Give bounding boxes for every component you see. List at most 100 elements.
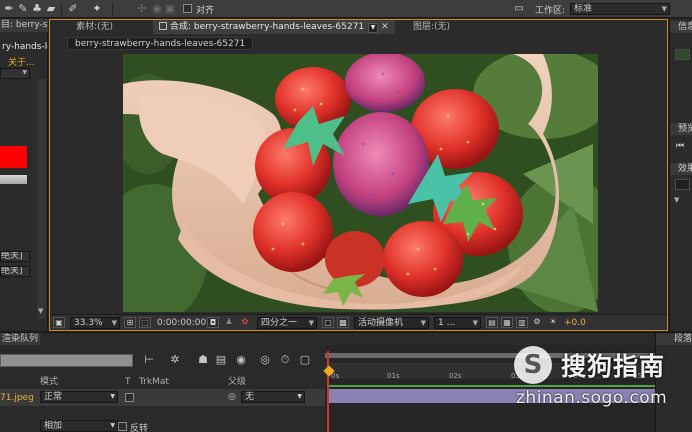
switch-dropdown-b[interactable]: 绝关] (0, 266, 30, 277)
toggle-pixel-aspect-icon[interactable]: ▤ (486, 317, 498, 328)
layer-name[interactable]: 71.jpeg (0, 393, 34, 403)
layer-row[interactable]: 71.jpeg 正常 ▼ ◎ 无 ▼ (0, 389, 325, 406)
info-swatch (675, 49, 690, 60)
tab-composition[interactable]: 合成: berry-strawberry-hands-leaves-65271 ▼… (153, 20, 395, 34)
show-snapshot-icon[interactable]: ♟ (223, 317, 235, 328)
views-value: 1 ... (438, 318, 456, 328)
top-toolbar: ✒ ✎ ♣ ▰ ✐ ✦ ✢ ◉ ▣ 对齐 ▭ 工作区: 标准 ▼ (0, 0, 692, 18)
layer-mode-select[interactable]: 正常 ▼ (40, 391, 118, 403)
about-link[interactable]: 关于... (8, 55, 35, 68)
invert-checkbox[interactable] (118, 422, 127, 431)
blend-select[interactable]: 相加 ▼ (40, 420, 118, 432)
project-tab[interactable]: 目: berry-str (0, 19, 48, 32)
fit-icon[interactable]: ⊞ (124, 317, 136, 328)
eraser-icon[interactable]: ▰ (44, 2, 58, 16)
exposure-value[interactable]: +0.0 (564, 318, 586, 328)
camera-snapshot-icon[interactable]: ◘ (207, 317, 219, 328)
tab-paragraph[interactable]: 段落 (656, 333, 692, 345)
mode-header: 模式 (40, 377, 59, 387)
chevron-down-icon: ▼ (22, 69, 27, 76)
parent-select[interactable]: 无 ▼ (241, 391, 305, 403)
lock-icon[interactable] (159, 22, 167, 30)
project-item-label[interactable]: ry-hands-le (0, 41, 48, 53)
resolution-select[interactable]: 四分之一 ▼ (257, 317, 317, 329)
tab-effects[interactable]: 效果 (670, 163, 692, 175)
graph-editor-icon[interactable]: ▢ (298, 353, 312, 367)
tab-info[interactable]: 信息 (670, 21, 692, 33)
composition-viewer[interactable] (51, 52, 666, 314)
camera-select[interactable]: 活动摄像机 ▼ (354, 317, 429, 329)
safe-margins-icon[interactable]: ⬚ (139, 317, 151, 328)
tab-layer[interactable]: 图层:(无) (407, 20, 456, 34)
pick-whip-icon[interactable]: ◎ (228, 392, 236, 402)
chevron-down-icon: ▼ (297, 393, 302, 400)
channel-icon[interactable]: ✿ (239, 317, 251, 328)
comp-mini-flowchart-icon[interactable]: ⊢ (142, 353, 156, 367)
first-frame-icon[interactable]: ⏮ (676, 141, 684, 151)
preserve-transparency-checkbox[interactable] (125, 393, 134, 402)
chevron-down-icon: ▼ (420, 319, 426, 327)
workspace-select[interactable]: 标准 ▼ (570, 3, 670, 15)
stamp-icon[interactable]: ♣ (30, 2, 44, 16)
parent-header: 父级 (228, 377, 247, 387)
puppet-pin-icon[interactable]: ✦ (90, 2, 104, 16)
chevron-down-icon: ▼ (308, 319, 314, 327)
render-queue-tab[interactable]: 渲染队列 (0, 333, 40, 345)
brainstorm-icon[interactable]: ◎ (258, 353, 272, 367)
comp-marker-line (329, 385, 655, 387)
watermark-url: zhinan.sogo.com (516, 388, 668, 408)
blend-value: 相加 (44, 421, 63, 431)
parent-value: 无 (245, 392, 255, 402)
chevron-down-icon: ▼ (472, 319, 478, 327)
tab-composition-label: 合成: berry-strawberry-hands-leaves-65271 (170, 22, 365, 32)
views-select[interactable]: 1 ... ▼ (434, 317, 481, 329)
timeline-icon[interactable]: ▥ (516, 317, 528, 328)
right-panel: 信息 预览 ⏮ 效果 ▼ (669, 19, 692, 331)
scroll-down-icon[interactable]: ▼ (38, 307, 43, 315)
align-label: 对齐 (196, 6, 215, 16)
color-swatch[interactable] (0, 146, 27, 168)
flowchart-icon[interactable]: ⚙ (531, 317, 543, 328)
axis-view-icon: ▣ (164, 2, 176, 15)
brush-icon[interactable]: ✎ (16, 2, 30, 16)
auto-keyframe-icon[interactable]: ⏱ (278, 353, 292, 367)
hide-shy-layers-icon[interactable]: ☗ (196, 353, 210, 367)
roto-brush-icon[interactable]: ✐ (66, 2, 80, 16)
current-time-indicator[interactable] (323, 351, 335, 432)
chevron-down-icon[interactable]: ▼ (368, 23, 379, 33)
workspace-value: 标准 (574, 4, 593, 14)
switch-dropdown-a-value: 绝关] (1, 251, 23, 261)
tab-preview[interactable]: 预览 (670, 123, 692, 135)
axis-icon: ✢ (137, 2, 147, 15)
switch-dropdown-a[interactable]: 绝关] (0, 251, 30, 262)
region-of-interest-icon[interactable]: ▢ (322, 317, 334, 328)
motion-blur-icon[interactable]: ◉ (234, 353, 248, 367)
align-checkbox[interactable] (183, 4, 192, 13)
close-icon[interactable]: ✕ (381, 22, 389, 32)
timeline-search-input[interactable] (0, 354, 133, 367)
pen-icon[interactable]: ✒ (2, 2, 16, 16)
exposure-icon[interactable]: ☀ (547, 317, 559, 328)
composition-subtab[interactable]: berry-strawberry-hands-leaves-65271 (67, 37, 254, 50)
toolbar-divider (61, 3, 62, 15)
invert-label: 反转 (130, 424, 149, 432)
project-panel: 目: berry-str ry-hands-le 关于... ▼ 绝关] 绝关]… (0, 19, 48, 330)
effect-controls-dropdown[interactable]: ▼ (0, 68, 30, 79)
always-preview-icon[interactable]: ▣ (53, 317, 65, 328)
effects-search-input[interactable] (675, 179, 690, 190)
timecode[interactable]: 0:00:00:00 (157, 318, 206, 328)
expand-triangle-icon[interactable]: ▼ (674, 196, 679, 204)
chevron-down-icon: ▼ (110, 393, 115, 400)
ruler-tick: 01s (387, 372, 400, 380)
gradient-swatch (0, 175, 27, 184)
trkmat-header: TrkMat (139, 377, 169, 387)
zoom-select[interactable]: 33.3% ▼ (70, 317, 120, 329)
tab-footage[interactable]: 素材:(无) (70, 20, 119, 34)
draft-3d-icon[interactable]: ✲ (168, 353, 182, 367)
frame-blending-icon[interactable]: ▤ (214, 353, 228, 367)
transparency-grid-icon[interactable]: ▩ (337, 317, 349, 328)
film-icon[interactable]: ▭ (512, 2, 526, 16)
camera-value: 活动摄像机 (358, 318, 404, 328)
left-panel-scrollbar[interactable] (37, 79, 46, 319)
fast-previews-icon[interactable]: ▦ (501, 317, 513, 328)
